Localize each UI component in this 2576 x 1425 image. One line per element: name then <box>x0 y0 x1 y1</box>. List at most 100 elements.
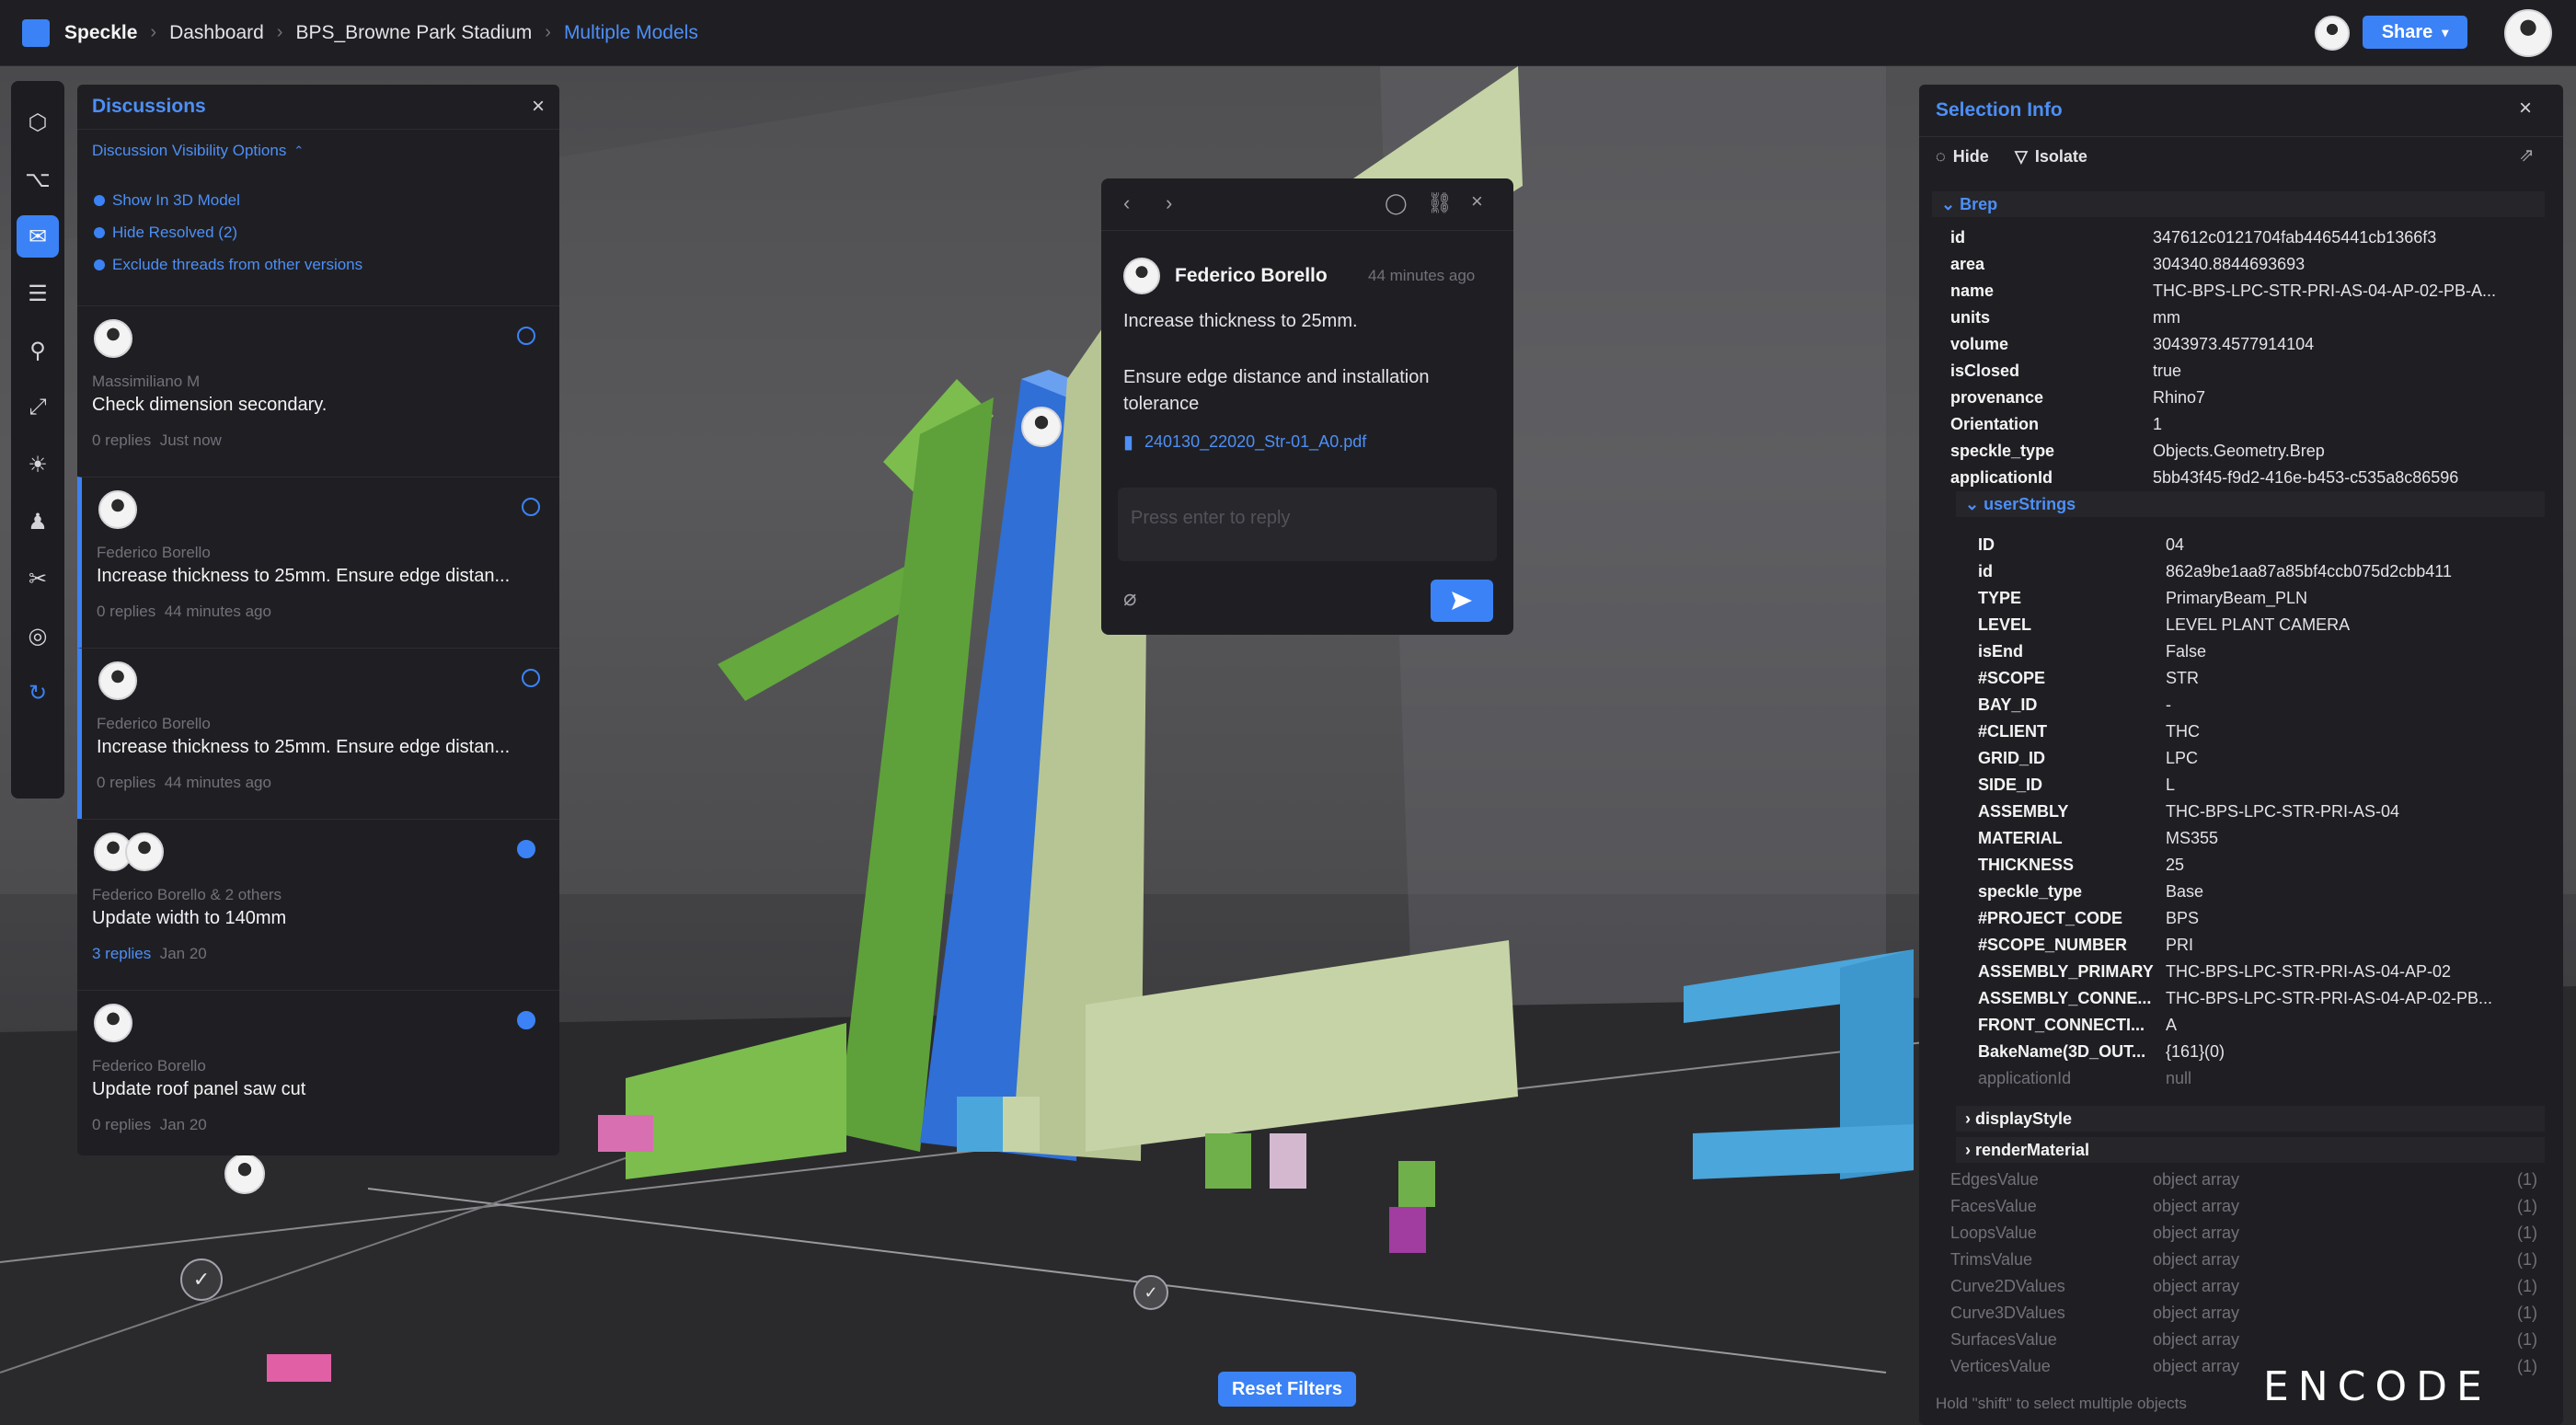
brand-name[interactable]: Speckle <box>64 22 137 44</box>
resolved-marker-icon[interactable]: ✓ <box>1133 1275 1168 1310</box>
group-userstrings[interactable]: ⌄ userStrings <box>1956 491 2545 517</box>
isolate-button[interactable]: ▽ Isolate <box>2015 147 2087 167</box>
thread-item[interactable]: Federico Borello & 2 others Update width… <box>77 819 559 990</box>
resolved-check-icon[interactable] <box>517 840 535 858</box>
hide-button[interactable]: ◌ Hide <box>1936 147 1989 167</box>
resolve-status-icon[interactable] <box>522 498 540 516</box>
property-value[interactable]: object array <box>2153 1304 2239 1323</box>
property-value[interactable]: 25 <box>2166 856 2184 875</box>
thread-item[interactable]: Federico Borello Increase thickness to 2… <box>77 648 559 819</box>
cube-icon[interactable]: ⬡ <box>17 101 59 144</box>
speckle-logo-icon[interactable] <box>22 18 50 47</box>
property-value[interactable]: False <box>2166 642 2206 661</box>
property-value[interactable]: object array <box>2153 1170 2239 1189</box>
option-exclude-threads[interactable]: Exclude threads from other versions <box>94 256 362 274</box>
light-settings-icon[interactable]: ☀ <box>17 443 59 486</box>
property-value[interactable]: PrimaryBeam_PLN <box>2166 589 2307 608</box>
models-tree-icon[interactable]: ⌥ <box>17 158 59 201</box>
filters-icon[interactable]: ☰ <box>17 272 59 315</box>
close-icon[interactable]: × <box>532 94 545 120</box>
chevron-left-icon[interactable]: ‹ <box>1123 191 1130 215</box>
group-brep[interactable]: ⌄ Brep <box>1932 191 2545 217</box>
thread-replies[interactable]: 3 replies <box>92 945 151 962</box>
collaborator-avatar[interactable] <box>2315 16 2350 51</box>
property-value[interactable]: LEVEL PLANT CAMERA <box>2166 615 2350 635</box>
property-value[interactable]: 347612c0121704fab4465441cb1366f3 <box>2153 228 2436 247</box>
property-key: #PROJECT_CODE <box>1978 909 2123 927</box>
property-value[interactable]: Rhino7 <box>2153 388 2205 408</box>
thread-item[interactable]: Massimiliano M Check dimension secondary… <box>77 305 559 477</box>
option-hide-resolved[interactable]: Hide Resolved (2) <box>94 224 237 242</box>
property-value[interactable]: 304340.8844693693 <box>2153 255 2305 274</box>
resolve-status-icon[interactable] <box>522 669 540 687</box>
external-link-icon[interactable]: ⇗ <box>2519 144 2535 167</box>
resolved-marker-icon[interactable]: ✓ <box>180 1258 223 1301</box>
section-cut-icon[interactable]: ✂ <box>17 557 59 600</box>
reply-input[interactable]: Press enter to reply <box>1118 488 1497 561</box>
property-value[interactable]: BPS <box>2166 909 2199 928</box>
property-value[interactable]: 3043973.4577914104 <box>2153 335 2314 354</box>
property-value[interactable]: PRI <box>2166 936 2193 955</box>
chevron-right-icon[interactable]: › <box>1166 191 1172 215</box>
property-value[interactable]: THC-BPS-LPC-STR-PRI-AS-04-AP-02 <box>2166 962 2451 982</box>
property-value[interactable]: THC <box>2166 722 2200 741</box>
breadcrumb-dashboard[interactable]: Dashboard <box>169 22 264 44</box>
property-value[interactable]: null <box>2166 1069 2191 1088</box>
option-show-in-3d[interactable]: Show In 3D Model <box>94 191 240 210</box>
comment-marker-avatar[interactable] <box>224 1154 265 1194</box>
visibility-options-toggle[interactable]: Discussion Visibility Options ⌃ <box>92 142 304 160</box>
group-label: userStrings <box>1984 495 2076 513</box>
property-value[interactable]: object array <box>2153 1197 2239 1216</box>
group-displaystyle[interactable]: › displayStyle <box>1956 1106 2545 1132</box>
resolve-icon[interactable]: ◯ <box>1385 191 1408 215</box>
group-rendermaterial[interactable]: › renderMaterial <box>1956 1137 2545 1163</box>
zoom-extents-icon[interactable]: ⤢ <box>17 386 59 429</box>
property-value[interactable]: 5bb43f45-f9d2-416e-b453-c535a8c86596 <box>2153 468 2458 488</box>
paperclip-icon[interactable]: ⌀ <box>1123 585 1136 612</box>
attachment-link[interactable]: ▮ 240130_22020_Str-01_A0.pdf <box>1123 431 1366 454</box>
explode-icon[interactable]: ♟ <box>17 500 59 543</box>
view-modes-icon[interactable]: ◎ <box>17 615 59 657</box>
property-value[interactable]: LPC <box>2166 749 2198 768</box>
property-value[interactable]: 862a9be1aa87a85bf4ccb075d2cbb411 <box>2166 562 2452 581</box>
property-value[interactable]: object array <box>2153 1277 2239 1296</box>
reset-filters-button[interactable]: Reset Filters <box>1218 1372 1356 1407</box>
property-key: VerticesValue <box>1950 1357 2051 1375</box>
property-value[interactable]: MS355 <box>2166 829 2218 848</box>
send-button[interactable] <box>1431 580 1493 622</box>
property-value[interactable]: Objects.Geometry.Brep <box>2153 442 2325 461</box>
property-value[interactable]: THC-BPS-LPC-STR-PRI-AS-04-AP-02-PB-A... <box>2153 282 2496 301</box>
breadcrumb-current[interactable]: Multiple Models <box>564 22 698 44</box>
property-value[interactable]: object array <box>2153 1224 2239 1243</box>
property-value[interactable]: {161}(0) <box>2166 1042 2225 1062</box>
thread-author: Massimiliano M <box>92 373 201 390</box>
property-value[interactable]: mm <box>2153 308 2180 328</box>
property-value[interactable]: object array <box>2153 1330 2239 1350</box>
resolve-status-icon[interactable] <box>517 327 535 345</box>
thread-time: 44 minutes ago <box>164 603 271 620</box>
comment-marker-avatar[interactable] <box>1021 407 1062 447</box>
property-value[interactable]: THC-BPS-LPC-STR-PRI-AS-04-AP-02-PB... <box>2166 989 2492 1008</box>
property-value[interactable]: L <box>2166 776 2175 795</box>
thread-item[interactable]: Federico Borello Increase thickness to 2… <box>77 477 559 648</box>
measure-icon[interactable]: ⚲ <box>17 329 59 372</box>
share-button[interactable]: Share ▾ <box>2363 16 2467 49</box>
close-icon[interactable]: × <box>2519 96 2532 121</box>
property-value[interactable]: STR <box>2166 669 2199 688</box>
property-value[interactable]: - <box>2166 695 2171 715</box>
property-value[interactable]: 1 <box>2153 415 2162 434</box>
property-value[interactable]: object array <box>2153 1250 2239 1270</box>
link-icon[interactable]: ⛓ <box>1427 191 1453 215</box>
thread-item[interactable]: Federico Borello Update roof panel saw c… <box>77 990 559 1155</box>
property-value[interactable]: Base <box>2166 882 2203 902</box>
property-value[interactable]: true <box>2153 362 2181 381</box>
property-value[interactable]: 04 <box>2166 535 2184 555</box>
breadcrumb-project[interactable]: BPS_Browne Park Stadium <box>295 22 532 44</box>
user-avatar[interactable] <box>2504 9 2552 57</box>
discussions-icon[interactable]: ✉ <box>17 215 59 258</box>
property-value[interactable]: THC-BPS-LPC-STR-PRI-AS-04 <box>2166 802 2399 822</box>
close-icon[interactable]: × <box>1471 190 1483 213</box>
property-value[interactable]: A <box>2166 1016 2177 1035</box>
property-value[interactable]: object array <box>2153 1357 2239 1376</box>
resolved-check-icon[interactable] <box>517 1011 535 1029</box>
